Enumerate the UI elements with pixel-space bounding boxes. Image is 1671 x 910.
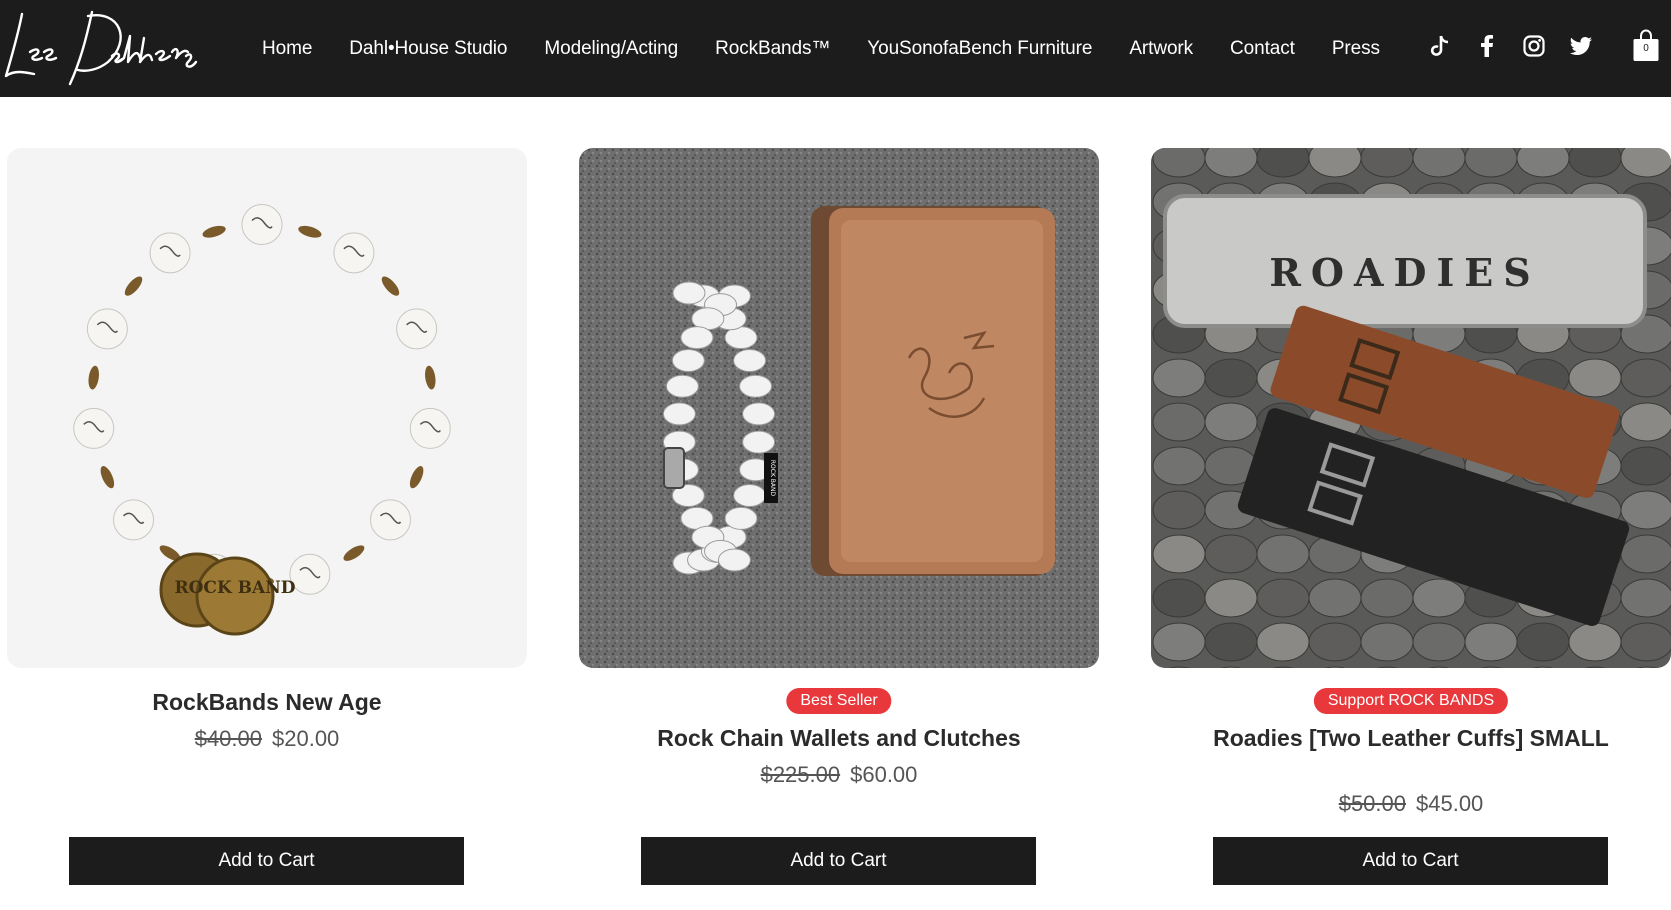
social-links: [1428, 30, 1616, 62]
original-price: $40.00: [194, 726, 262, 751]
nav-yousonofabench-furniture[interactable]: YouSonofaBench Furniture: [867, 38, 1092, 60]
nav-modeling-acting[interactable]: Modeling/Acting: [544, 38, 678, 60]
instagram-icon[interactable]: [1522, 34, 1546, 58]
nav-home[interactable]: Home: [262, 38, 312, 60]
charm-text: ROCK BAND: [174, 578, 295, 598]
product-image-bracelet[interactable]: ROCK BAND: [7, 148, 527, 668]
product-card: ROCK BAND RockBands New Age $40.00 $20.00…: [7, 148, 527, 885]
nav-dahl-house-studio[interactable]: Dahl•House Studio: [349, 38, 507, 60]
tag-text: ROCK BAND: [769, 460, 776, 497]
product-badge: Best Seller: [786, 688, 892, 714]
product-card: ROADIES Support ROCK BANDS Roadies [Two …: [1151, 148, 1671, 885]
product-price: $225.00 $60.00: [579, 762, 1099, 788]
twitter-icon[interactable]: [1569, 34, 1593, 58]
tin-text: ROADIES: [1269, 250, 1540, 295]
product-image-wallet[interactable]: ROCK BAND: [579, 148, 1099, 668]
sale-price: $20.00: [272, 726, 340, 751]
nav-press[interactable]: Press: [1332, 38, 1380, 60]
original-price: $50.00: [1338, 791, 1406, 816]
add-to-cart-button[interactable]: Add to Cart: [1213, 837, 1608, 885]
product-badge: Support ROCK BANDS: [1313, 688, 1509, 714]
product-price: $40.00 $20.00: [7, 726, 527, 752]
cart-button[interactable]: 0: [1632, 29, 1660, 63]
original-price: $225.00: [760, 762, 841, 787]
nav-artwork[interactable]: Artwork: [1129, 38, 1193, 60]
sale-price: $45.00: [1416, 791, 1484, 816]
add-to-cart-button[interactable]: Add to Cart: [69, 837, 464, 885]
product-price: $50.00 $45.00: [1151, 791, 1671, 817]
nav-rockbands[interactable]: RockBands™: [715, 38, 830, 60]
product-title[interactable]: Rock Chain Wallets and Clutches: [579, 724, 1099, 753]
cart-count: 0: [1643, 43, 1649, 54]
product-card: ROCK BAND Best Seller Rock Chain Wallets…: [579, 148, 1099, 885]
nav-contact[interactable]: Contact: [1230, 38, 1295, 60]
sale-price: $60.00: [850, 762, 918, 787]
product-image-cuffs[interactable]: ROADIES: [1151, 148, 1671, 668]
tiktok-icon[interactable]: [1428, 34, 1452, 58]
site-header: Home Dahl•House Studio Modeling/Acting R…: [0, 0, 1671, 97]
site-logo[interactable]: [0, 0, 200, 97]
add-to-cart-button[interactable]: Add to Cart: [641, 837, 1036, 885]
product-title[interactable]: Roadies [Two Leather Cuffs] SMALL: [1151, 724, 1671, 753]
product-title[interactable]: RockBands New Age: [7, 688, 527, 717]
facebook-icon[interactable]: [1475, 34, 1499, 58]
main-nav: Home Dahl•House Studio Modeling/Acting R…: [262, 0, 1417, 97]
